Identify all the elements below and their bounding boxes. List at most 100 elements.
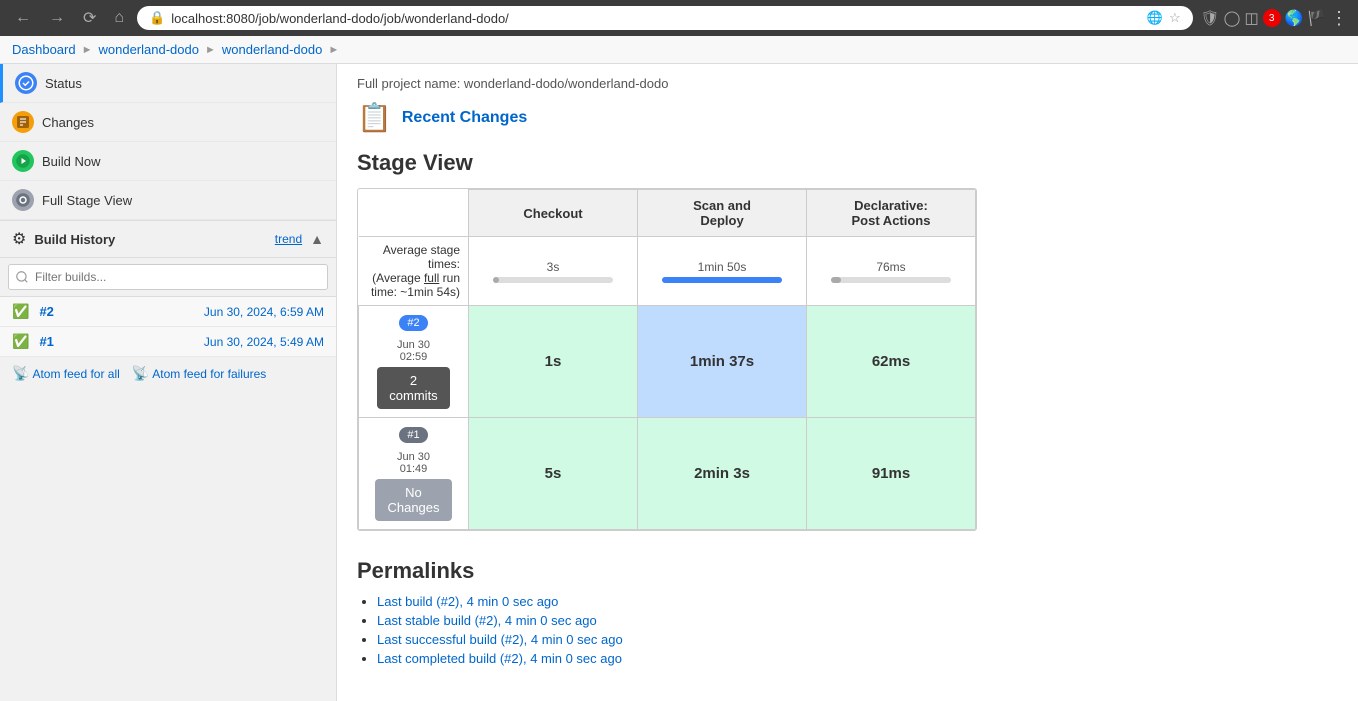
stage-header-checkout: Checkout [469,190,638,237]
sidebar-item-changes[interactable]: Changes [0,103,336,142]
permalink-last-build[interactable]: Last build (#2), 4 min 0 sec ago [377,594,558,609]
build-2-date: Jun 30 [367,339,460,351]
home-button[interactable]: ⌂ [109,7,129,29]
breadcrumb-sep-2: ► [205,44,216,56]
address-bar[interactable]: 🔒 localhost:8080/job/wonderland-dodo/job… [137,6,1193,30]
stage-header-scan-deploy: Scan andDeploy [638,190,807,237]
filter-builds-input[interactable] [8,264,328,290]
sidebar-item-build-now[interactable]: Build Now [0,142,336,181]
permalink-last-successful[interactable]: Last successful build (#2), 4 min 0 sec … [377,632,623,647]
back-button[interactable]: ← [10,7,36,29]
browser-extensions: 🛡 ◯ ◫ 3 🌎 🏴 ⋮ [1201,8,1348,29]
atom-feed-failures-link[interactable]: 📡 Atom feed for failures [132,365,267,382]
build-status-success-icon-2: ✅ [12,303,29,320]
build-link-2[interactable]: #2 [39,304,69,319]
trend-link[interactable]: trend [275,232,302,246]
build-item-1[interactable]: ✅ #1 Jun 30, 2024, 5:49 AM [0,327,336,357]
url-text: localhost:8080/job/wonderland-dodo/job/w… [171,11,509,26]
sidebar-changes-label: Changes [42,115,94,130]
build-2-scan-cell: 1min 37s [638,306,807,418]
list-item: Last build (#2), 4 min 0 sec ago [377,594,1338,609]
browser-chrome: ← → ⟳ ⌂ 🔒 localhost:8080/job/wonderland-… [0,0,1358,36]
refresh-button[interactable]: ⟳ [78,6,101,30]
stage-table-wrapper: Checkout Scan andDeploy Declarative:Post… [357,188,977,531]
security-icon: 🔒 [149,10,165,26]
atom-feed-failures-icon: 📡 [132,365,149,382]
forward-button[interactable]: → [44,7,70,29]
breadcrumb-sep-3: ► [328,44,339,56]
build-2-commits[interactable]: 2commits [377,367,449,409]
atom-feeds: 📡 Atom feed for all 📡 Atom feed for fail… [0,357,336,390]
build-2-badge[interactable]: #2 [399,315,427,331]
build-date-1[interactable]: Jun 30, 2024, 5:49 AM [204,335,324,349]
sidebar-item-status[interactable]: Status [0,64,336,103]
project-name: Full project name: wonderland-dodo/wonde… [357,76,1338,91]
build-link-1[interactable]: #1 [39,334,69,349]
build-item-2[interactable]: ✅ #2 Jun 30, 2024, 6:59 AM [0,297,336,327]
build-1-checkout-cell: 5s [469,418,638,530]
avg-post-cell: 76ms [807,237,976,306]
build-status-success-icon-1: ✅ [12,333,29,350]
stage-header-row: Checkout Scan andDeploy Declarative:Post… [359,190,976,237]
breadcrumb-wonderland-2[interactable]: wonderland-dodo [222,42,322,57]
changes-icon [12,111,34,133]
bookmark-icon: ☆ [1169,10,1181,26]
sidebar: Status Changes Build Now Full Stage View [0,64,337,701]
build-2-post-cell: 62ms [807,306,976,418]
atom-feed-all-link[interactable]: 📡 Atom feed for all [12,365,120,382]
permalink-last-completed[interactable]: Last completed build (#2), 4 min 0 sec a… [377,651,622,666]
breadcrumb-wonderland-1[interactable]: wonderland-dodo [99,42,199,57]
avg-post-progress [831,277,951,283]
build-1-scan-cell: 2min 3s [638,418,807,530]
build-1-date: Jun 30 [367,451,460,463]
avg-scan-time: 1min 50s [648,260,796,274]
build-date-2[interactable]: Jun 30, 2024, 6:59 AM [204,305,324,319]
stage-header-post-actions: Declarative:Post Actions [807,190,976,237]
build-2-checkout-cell: 1s [469,306,638,418]
stage-header-empty [359,190,469,237]
build-row-2: #2 Jun 30 02:59 2commits 1s 1min 37s 62m… [359,306,976,418]
content-area: Full project name: wonderland-dodo/wonde… [337,64,1358,701]
menu-icon[interactable]: ⋮ [1330,8,1348,29]
stage-view-title: Stage View [357,150,1338,176]
build-2-time: 02:59 [367,351,460,363]
build-history-collapse-btn[interactable]: ▲ [310,231,324,247]
build-history-header: ⚙ Build History trend ▲ [0,221,336,258]
puzzle-ext-icon: ◫ [1244,9,1258,27]
permalinks-title: Permalinks [357,558,1338,584]
sidebar-menu: Status Changes Build Now Full Stage View [0,64,336,221]
shield-ext-icon: 🛡 [1201,9,1220,27]
translate-icon: 🌐 [1147,10,1163,26]
build-2-info-cell: #2 Jun 30 02:59 2commits [359,306,469,418]
avg-checkout-cell: 3s [469,237,638,306]
avg-row: Average stage times: (Average full run t… [359,237,976,306]
sidebar-full-stage-view-label: Full Stage View [42,193,132,208]
avg-checkout-time: 3s [479,260,627,274]
build-1-badge[interactable]: #1 [399,427,427,443]
build-list: ✅ #2 Jun 30, 2024, 6:59 AM ✅ #1 Jun 30, … [0,297,336,357]
badge-ext-icon: 3 [1263,9,1281,27]
circle-ext-icon: ◯ [1224,9,1241,27]
build-1-post-cell: 91ms [807,418,976,530]
build-1-no-changes[interactable]: NoChanges [375,479,451,521]
sidebar-build-now-label: Build Now [42,154,101,169]
sidebar-item-full-stage-view[interactable]: Full Stage View [0,181,336,220]
breadcrumb-dashboard[interactable]: Dashboard [12,42,76,57]
recent-changes-section: 📋 Recent Changes [357,101,1338,134]
build-row-1: #1 Jun 30 01:49 NoChanges 5s 2min 3s 91m… [359,418,976,530]
permalinks-list: Last build (#2), 4 min 0 sec ago Last st… [357,594,1338,666]
recent-changes-link[interactable]: Recent Changes [402,109,527,127]
sidebar-status-label: Status [45,76,82,91]
avg-scan-bar [662,277,782,283]
breadcrumb: Dashboard ► wonderland-dodo ► wonderland… [0,36,1358,64]
stage-table: Checkout Scan andDeploy Declarative:Post… [358,189,976,530]
filter-input-wrapper [0,258,336,297]
status-icon [15,72,37,94]
main-layout: Status Changes Build Now Full Stage View [0,64,1358,701]
breadcrumb-sep-1: ► [82,44,93,56]
build-1-time: 01:49 [367,463,460,475]
flag-ext-icon: 🏴 [1307,9,1326,27]
avg-scan-cell: 1min 50s [638,237,807,306]
permalink-last-stable[interactable]: Last stable build (#2), 4 min 0 sec ago [377,613,597,628]
atom-feed-all-icon: 📡 [12,365,29,382]
